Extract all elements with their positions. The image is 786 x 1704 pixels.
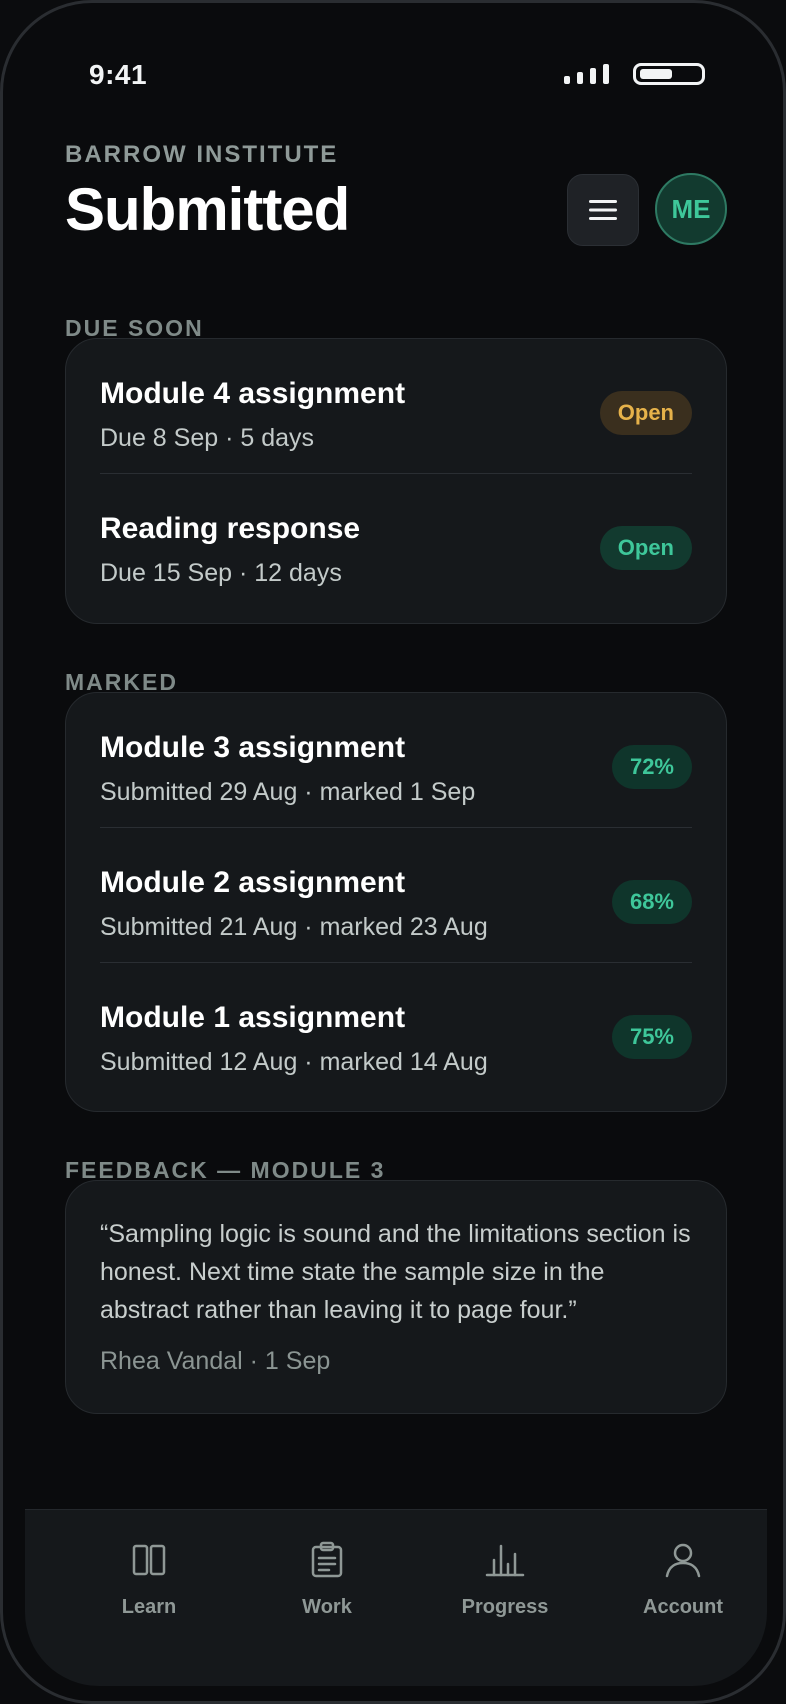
item-subtitle: Submitted 21 Aug · marked 23 Aug — [100, 913, 488, 941]
tab-label: Learn — [121, 1596, 177, 1618]
phone-frame: 9:41 BARROW INSTITUTE Submitted ME DUE S… — [0, 0, 786, 1704]
institution-name: BARROW INSTITUTE — [65, 141, 339, 168]
tab-account[interactable]: Account — [613, 1540, 753, 1619]
tab-bar: Learn Work Progress Account — [25, 1509, 767, 1686]
due-soon-card: Module 4 assignment Due 8 Sep · 5 days O… — [65, 338, 727, 624]
item-title: Module 1 assignment — [100, 1001, 406, 1034]
status-badge: Open — [599, 391, 692, 435]
item-subtitle: Due 15 Sep · 12 days — [100, 559, 342, 587]
tab-label: Work — [302, 1596, 352, 1618]
tab-learn[interactable]: Learn — [79, 1540, 219, 1619]
item-subtitle: Submitted 29 Aug · marked 1 Sep — [100, 778, 476, 806]
score-badge: 72% — [611, 745, 692, 789]
avatar[interactable]: ME — [655, 173, 727, 245]
list-item[interactable]: Reading response Due 15 Sep · 12 days Op… — [100, 473, 692, 608]
item-title: Reading response — [100, 512, 361, 545]
item-title: Module 2 assignment — [100, 866, 406, 899]
list-item[interactable]: Module 2 assignment Submitted 21 Aug · m… — [100, 827, 692, 962]
list-item[interactable]: Module 1 assignment Submitted 12 Aug · m… — [100, 962, 692, 1097]
book-icon — [132, 1544, 166, 1576]
tab-progress[interactable]: Progress — [435, 1540, 575, 1619]
signal-icon — [564, 64, 609, 84]
item-title: Module 4 assignment — [100, 377, 406, 410]
marked-card: Module 3 assignment Submitted 29 Aug · m… — [65, 692, 727, 1112]
menu-button[interactable] — [567, 174, 639, 246]
tab-label: Account — [643, 1596, 723, 1618]
page-title: Submitted — [65, 176, 350, 243]
item-subtitle: Due 8 Sep · 5 days — [100, 424, 315, 452]
status-badge: Open — [599, 526, 692, 570]
hamburger-icon — [589, 200, 617, 220]
score-badge: 75% — [611, 1015, 692, 1059]
item-subtitle: Submitted 12 Aug · marked 14 Aug — [100, 1048, 488, 1076]
status-icons — [564, 63, 705, 85]
bar-chart-icon — [485, 1544, 525, 1577]
status-time: 9:41 — [89, 59, 148, 90]
user-icon — [665, 1543, 701, 1578]
battery-icon — [633, 63, 705, 85]
item-title: Module 3 assignment — [100, 731, 406, 764]
score-badge: 68% — [611, 880, 692, 924]
tab-label: Progress — [461, 1596, 549, 1618]
clipboard-icon — [311, 1541, 343, 1578]
feedback-quote: “Sampling logic is sound and the limitat… — [100, 1220, 691, 1324]
list-item[interactable]: Module 3 assignment Submitted 29 Aug · m… — [100, 693, 692, 827]
list-item[interactable]: Module 4 assignment Due 8 Sep · 5 days O… — [100, 339, 692, 473]
feedback-card: “Sampling logic is sound and the limitat… — [65, 1180, 727, 1414]
tab-work[interactable]: Work — [257, 1540, 397, 1619]
feedback-author: Rhea Vandal · 1 Sep — [100, 1347, 331, 1375]
